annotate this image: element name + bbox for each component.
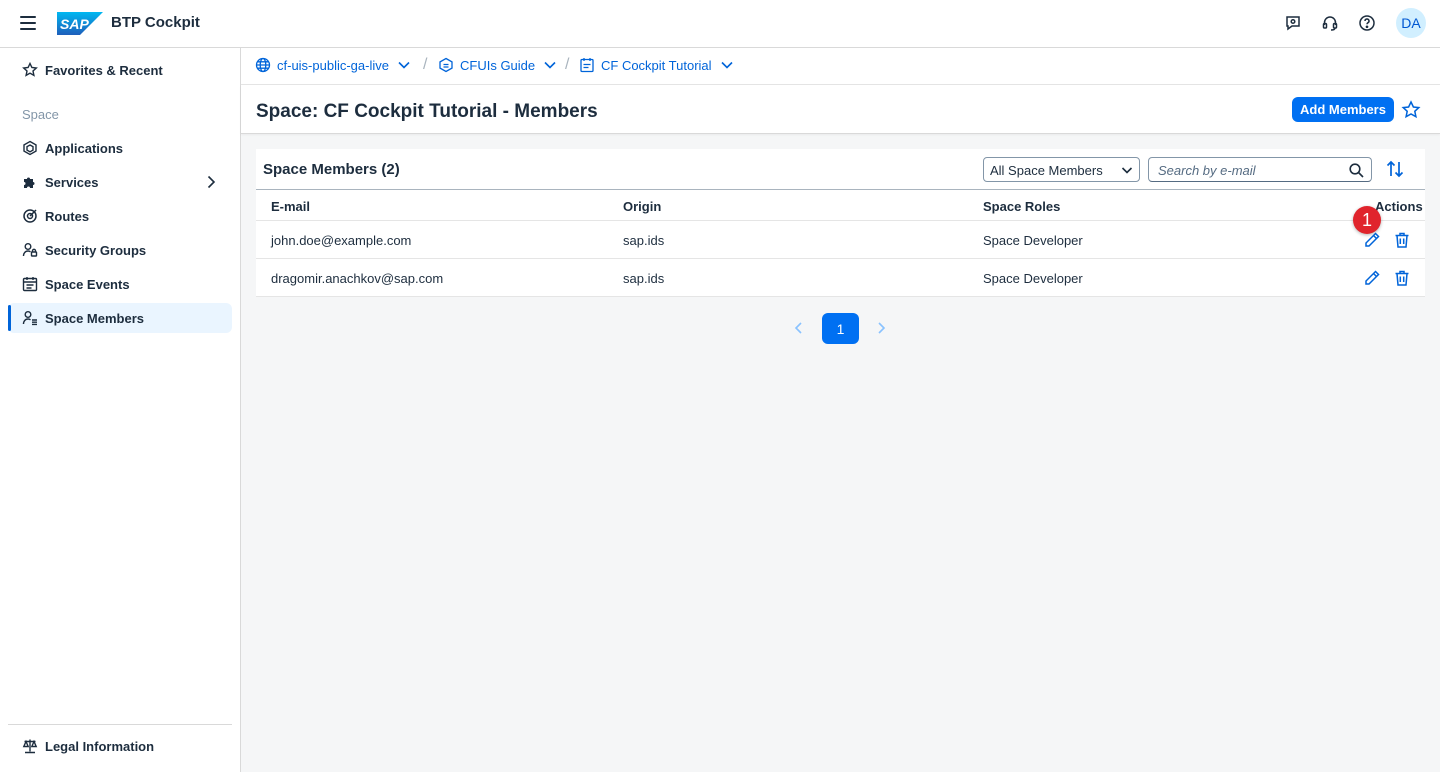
- cell-role: Space Developer: [983, 233, 1083, 248]
- breadcrumb-label: CF Cockpit Tutorial: [601, 57, 712, 73]
- page-prev-icon[interactable]: [791, 320, 807, 336]
- column-header-space-roles[interactable]: Space Roles: [983, 199, 1060, 214]
- breadcrumb-item-org[interactable]: CFUIs Guide: [438, 57, 556, 73]
- nav-item-label: Space Events: [45, 276, 130, 292]
- members-table: Space Members (2) All Space Members Sear…: [256, 149, 1425, 297]
- sap-logo[interactable]: SAP: [57, 12, 103, 35]
- nav-item-label: Security Groups: [45, 242, 147, 258]
- space-icon: [579, 57, 595, 73]
- support-headset-icon[interactable]: [1318, 11, 1342, 35]
- chevron-down-icon: [398, 61, 410, 69]
- breadcrumb-separator: /: [423, 56, 428, 73]
- column-header-email[interactable]: E-mail: [271, 199, 310, 214]
- org-icon: [438, 57, 454, 73]
- breadcrumb-separator: /: [565, 56, 570, 73]
- feedback-icon[interactable]: [1281, 11, 1305, 35]
- favorite-star-icon[interactable]: [1401, 100, 1421, 120]
- delete-icon[interactable]: [1393, 231, 1411, 249]
- page-number-button[interactable]: 1: [822, 313, 859, 344]
- nav-divider: [8, 724, 232, 725]
- add-members-button[interactable]: Add Members: [1292, 97, 1394, 122]
- sort-icon[interactable]: [1385, 159, 1405, 179]
- breadcrumb-item-subaccount[interactable]: cf-uis-public-ga-live: [255, 57, 410, 73]
- page-header: Space: CF Cockpit Tutorial - Members Add…: [241, 85, 1440, 134]
- menu-icon[interactable]: [20, 16, 36, 30]
- page-title: Space: CF Cockpit Tutorial - Members: [256, 101, 598, 122]
- delete-icon[interactable]: [1393, 269, 1411, 287]
- search-input[interactable]: Search by e-mail: [1148, 157, 1372, 182]
- star-icon: [22, 62, 38, 78]
- page-next-icon[interactable]: [873, 320, 889, 336]
- security-groups-icon: [22, 242, 38, 258]
- nav-item-routes[interactable]: Routes: [8, 201, 232, 231]
- nav-item-label: Space Members: [45, 310, 144, 326]
- search-placeholder: Search by e-mail: [1158, 163, 1256, 178]
- table-title: Space Members (2): [263, 161, 400, 178]
- nav-item-label: Routes: [45, 208, 90, 224]
- space-events-icon: [22, 276, 38, 292]
- search-icon[interactable]: [1349, 163, 1364, 183]
- member-filter-select[interactable]: All Space Members: [983, 157, 1140, 182]
- nav-group-space: Space: [22, 107, 59, 122]
- breadcrumb-item-space[interactable]: CF Cockpit Tutorial: [579, 57, 733, 73]
- chevron-right-icon: [207, 175, 216, 189]
- table-row[interactable]: dragomir.anachkov@sap.com sap.ids Space …: [256, 259, 1425, 297]
- table-toolbar: Space Members (2) All Space Members Sear…: [256, 149, 1425, 190]
- services-icon: [22, 174, 38, 190]
- table-row[interactable]: john.doe@example.com sap.ids Space Devel…: [256, 221, 1425, 259]
- scales-icon: [22, 738, 38, 754]
- chevron-down-icon: [720, 61, 733, 69]
- cell-origin: sap.ids: [623, 271, 665, 286]
- cell-origin: sap.ids: [623, 233, 665, 248]
- cell-email: john.doe@example.com: [271, 233, 412, 248]
- user-avatar[interactable]: DA: [1396, 8, 1426, 38]
- applications-icon: [22, 140, 38, 156]
- nav-item-space-members[interactable]: Space Members: [8, 303, 232, 333]
- app-title: BTP Cockpit: [111, 14, 200, 31]
- breadcrumb: cf-uis-public-ga-live / CFUIs Guide / CF…: [241, 48, 1440, 85]
- nav-item-security-groups[interactable]: Security Groups: [8, 235, 232, 265]
- nav-favorites-recent[interactable]: Favorites & Recent: [8, 55, 232, 85]
- nav-item-services[interactable]: Services: [8, 167, 232, 197]
- nav-legal-information[interactable]: Legal Information: [8, 731, 232, 761]
- nav-item-label: Applications: [45, 140, 124, 156]
- shell-bar: SAP BTP Cockpit DA: [0, 0, 1440, 48]
- routes-icon: [22, 208, 38, 224]
- filter-selected-value: All Space Members: [990, 163, 1103, 178]
- breadcrumb-label: CFUIs Guide: [460, 57, 536, 73]
- chevron-down-icon: [1121, 164, 1133, 179]
- column-header-origin[interactable]: Origin: [623, 199, 661, 214]
- sap-logo-text: SAP: [60, 16, 89, 32]
- cell-role: Space Developer: [983, 271, 1083, 286]
- nav-item-space-events[interactable]: Space Events: [8, 269, 232, 299]
- help-icon[interactable]: [1355, 11, 1379, 35]
- nav-item-applications[interactable]: Applications: [8, 133, 232, 163]
- globe-icon: [255, 57, 271, 73]
- edit-icon[interactable]: [1363, 269, 1381, 287]
- nav-item-label: Services: [45, 174, 99, 190]
- space-members-icon: [22, 310, 38, 326]
- cell-email: dragomir.anachkov@sap.com: [271, 271, 444, 286]
- chevron-down-icon: [544, 61, 556, 69]
- nav-legal-label: Legal Information: [45, 738, 155, 754]
- step-marker-badge: 1: [1353, 206, 1381, 234]
- nav-favorites-label: Favorites & Recent: [45, 62, 163, 78]
- breadcrumb-label: cf-uis-public-ga-live: [277, 57, 389, 73]
- shell-actions: DA: [1281, 8, 1426, 38]
- side-navigation: Favorites & Recent Space Applications Se…: [0, 48, 241, 772]
- column-header-actions: Actions: [1375, 199, 1423, 214]
